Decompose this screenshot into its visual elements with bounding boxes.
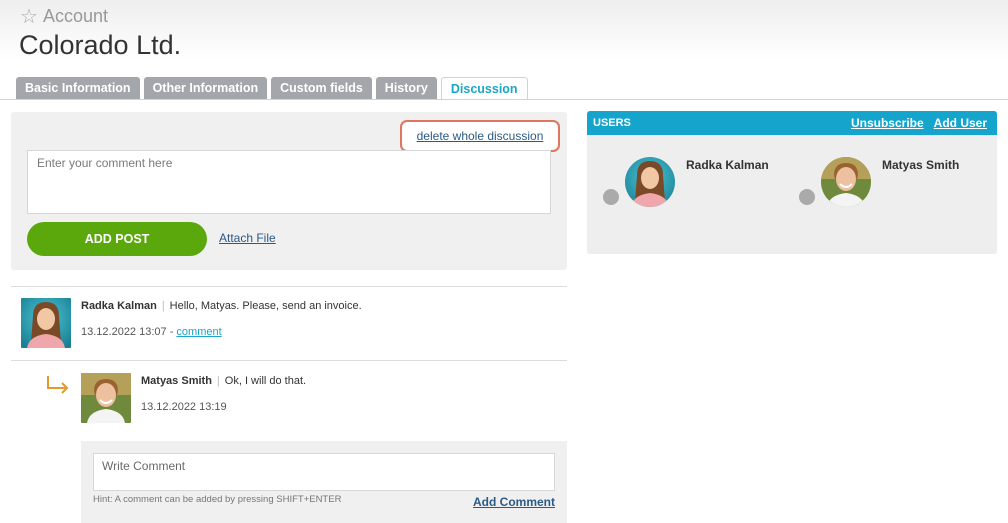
reply-meta: 13.12.2022 13:19	[141, 401, 306, 413]
reply-author: Matyas Smith	[141, 375, 212, 387]
write-comment-panel: Hint: A comment can be added by pressing…	[81, 441, 567, 523]
reply-item: Matyas Smith | Ok, I will do that. 13.12.2…	[141, 371, 306, 413]
users-panel: USERS Unsubscribe Add User Radka Kalman …	[587, 111, 997, 254]
add-comment-link[interactable]: Add Comment	[473, 495, 555, 509]
post-message: Hello, Matyas. Please, send an invoice.	[169, 300, 362, 312]
avatar-radka-kalman	[21, 298, 71, 348]
reply-timestamp: 13.12.2022 13:19	[141, 401, 227, 413]
post-separator: |	[161, 300, 165, 312]
post-meta-separator: -	[166, 326, 177, 338]
tab-discussion[interactable]: Discussion	[440, 77, 528, 100]
user-avatar	[625, 157, 675, 207]
user-name: Matyas Smith	[882, 158, 960, 172]
reply-message: Ok, I will do that.	[224, 375, 307, 387]
comment-link[interactable]: comment	[176, 326, 221, 338]
discussion-composer: delete whole discussion ADD POST Attach …	[11, 112, 567, 270]
users-header: USERS Unsubscribe Add User	[587, 111, 997, 135]
delete-discussion-link[interactable]: delete whole discussion	[417, 129, 544, 143]
tab-other-information[interactable]: Other Information	[143, 77, 268, 99]
reply-arrow-icon	[47, 376, 69, 394]
attach-file-link[interactable]: Attach File	[219, 231, 276, 245]
star-icon[interactable]: ☆	[20, 4, 38, 29]
presence-status-icon	[603, 189, 619, 205]
post-timestamp: 13.12.2022 13:07	[81, 326, 167, 338]
comment-hint: Hint: A comment can be added by pressing…	[93, 494, 342, 505]
avatar-matyas-smith	[81, 373, 131, 423]
post-item: Radka Kalman | Hello, Matyas. Please, send…	[81, 296, 362, 338]
users-title: USERS	[593, 117, 631, 129]
tab-bar: Basic Information Other Information Cust…	[16, 77, 528, 100]
add-user-link[interactable]: Add User	[934, 116, 987, 130]
reply-separator: |	[216, 375, 220, 387]
post-meta: 13.12.2022 13:07 - comment	[81, 326, 362, 338]
tab-history[interactable]: History	[375, 77, 437, 99]
tab-basic-information[interactable]: Basic Information	[16, 77, 140, 99]
add-post-button[interactable]: ADD POST	[27, 222, 207, 256]
page-title: Colorado Ltd.	[19, 30, 182, 60]
post-divider	[11, 360, 567, 361]
user-name: Radka Kalman	[686, 158, 769, 172]
users-actions: Unsubscribe Add User	[851, 116, 987, 130]
record-type-label: ☆ Account	[20, 4, 108, 29]
record-type-text: Account	[42, 6, 108, 26]
thread-divider	[11, 286, 567, 287]
write-comment-input[interactable]	[93, 453, 555, 491]
tab-divider	[0, 99, 1008, 100]
user-avatar	[821, 157, 871, 207]
presence-status-icon	[799, 189, 815, 205]
unsubscribe-link[interactable]: Unsubscribe	[851, 116, 924, 130]
comment-input[interactable]	[27, 150, 551, 214]
post-author: Radka Kalman	[81, 300, 157, 312]
tab-custom-fields[interactable]: Custom fields	[271, 77, 372, 99]
delete-discussion-highlight: delete whole discussion	[400, 120, 560, 152]
